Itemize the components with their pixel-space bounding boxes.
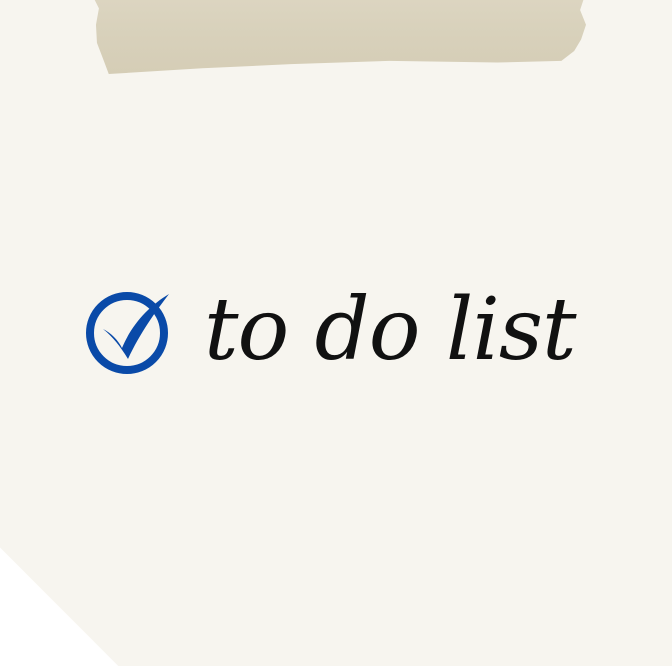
page-title: to do list [204,280,577,380]
canvas: to do list [0,0,672,666]
check-circle-icon [86,292,169,374]
title-row: to do list [84,280,577,390]
